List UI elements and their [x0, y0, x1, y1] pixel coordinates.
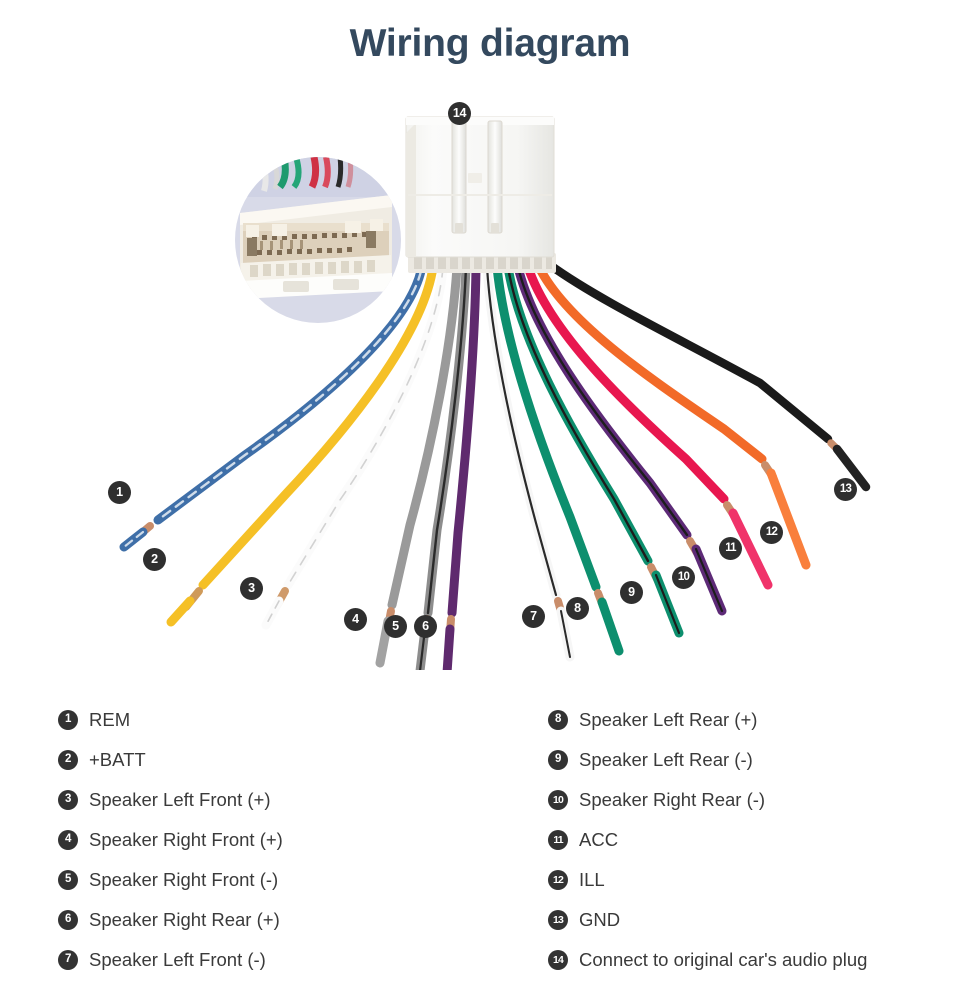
legend-label: Speaker Left Rear (-): [579, 749, 753, 770]
list-item: 8 Speaker Left Rear (+): [548, 700, 968, 740]
legend-badge: 9: [548, 750, 568, 770]
legend-label: Speaker Left Front (+): [89, 789, 271, 810]
wiring-diagram-page: Wiring diagram 14 1 2 3 4 5 6 7 8 9 10 1…: [0, 0, 980, 1001]
callout-9: 9: [620, 581, 643, 604]
legend-column-left: 1 REM 2 +BATT 3 Speaker Left Front (+) 4…: [58, 700, 518, 980]
list-item: 10 Speaker Right Rear (-): [548, 780, 968, 820]
legend-badge: 3: [58, 790, 78, 810]
list-item: 12 ILL: [548, 860, 968, 900]
legend-label: Speaker Left Front (-): [89, 949, 266, 970]
legend-column-right: 8 Speaker Left Rear (+) 9 Speaker Left R…: [548, 700, 968, 980]
callout-7: 7: [522, 605, 545, 628]
legend-label: Speaker Right Rear (-): [579, 789, 766, 810]
list-item: 6 Speaker Right Rear (+): [58, 900, 518, 940]
legend-badge: 8: [548, 710, 568, 730]
callout-4: 4: [344, 608, 367, 631]
legend: 1 REM 2 +BATT 3 Speaker Left Front (+) 4…: [0, 700, 980, 990]
list-item: 11 ACC: [548, 820, 968, 860]
legend-badge: 5: [58, 870, 78, 890]
list-item: 4 Speaker Right Front (+): [58, 820, 518, 860]
legend-label: ACC: [579, 829, 619, 850]
legend-label: Speaker Right Rear (+): [89, 909, 280, 930]
callout-2: 2: [143, 548, 166, 571]
legend-badge: 4: [58, 830, 78, 850]
legend-label: Speaker Right Front (-): [89, 869, 279, 890]
callout-14: 14: [448, 102, 471, 125]
legend-badge: 12: [548, 870, 568, 890]
white-wire-harness-connector: [405, 116, 556, 273]
connector-photo-inset: [235, 157, 401, 323]
list-item: 2 +BATT: [58, 740, 518, 780]
list-item: 9 Speaker Left Rear (-): [548, 740, 968, 780]
legend-badge: 2: [58, 750, 78, 770]
legend-badge: 6: [58, 910, 78, 930]
legend-badge: 13: [548, 910, 568, 930]
callout-6: 6: [414, 615, 437, 638]
legend-badge: 7: [58, 950, 78, 970]
legend-label: ILL: [579, 869, 605, 890]
list-item: 14 Connect to original car's audio plug: [548, 940, 968, 980]
legend-badge: 1: [58, 710, 78, 730]
list-item: 13 GND: [548, 900, 968, 940]
legend-label: Connect to original car's audio plug: [579, 949, 868, 970]
legend-badge: 11: [548, 830, 568, 850]
legend-badge: 10: [548, 790, 568, 810]
list-item: 7 Speaker Left Front (-): [58, 940, 518, 980]
callout-3: 3: [240, 577, 263, 600]
diagram-illustration: 14 1 2 3 4 5 6 7 8 9 10 11 12 13: [0, 95, 980, 670]
page-title: Wiring diagram: [349, 22, 631, 65]
callout-12: 12: [760, 521, 783, 544]
list-item: 1 REM: [58, 700, 518, 740]
legend-label: +BATT: [89, 749, 146, 770]
legend-label: Speaker Left Rear (+): [579, 709, 758, 730]
callout-11: 11: [719, 537, 742, 560]
legend-label: GND: [579, 909, 621, 930]
legend-badge: 14: [548, 950, 568, 970]
list-item: 5 Speaker Right Front (-): [58, 860, 518, 900]
legend-label: Speaker Right Front (+): [89, 829, 283, 850]
list-item: 3 Speaker Left Front (+): [58, 780, 518, 820]
callout-5: 5: [384, 615, 407, 638]
callout-8: 8: [566, 597, 589, 620]
legend-label: REM: [89, 709, 131, 730]
callout-1: 1: [108, 481, 131, 504]
callout-13: 13: [834, 478, 857, 501]
callout-10: 10: [672, 566, 695, 589]
